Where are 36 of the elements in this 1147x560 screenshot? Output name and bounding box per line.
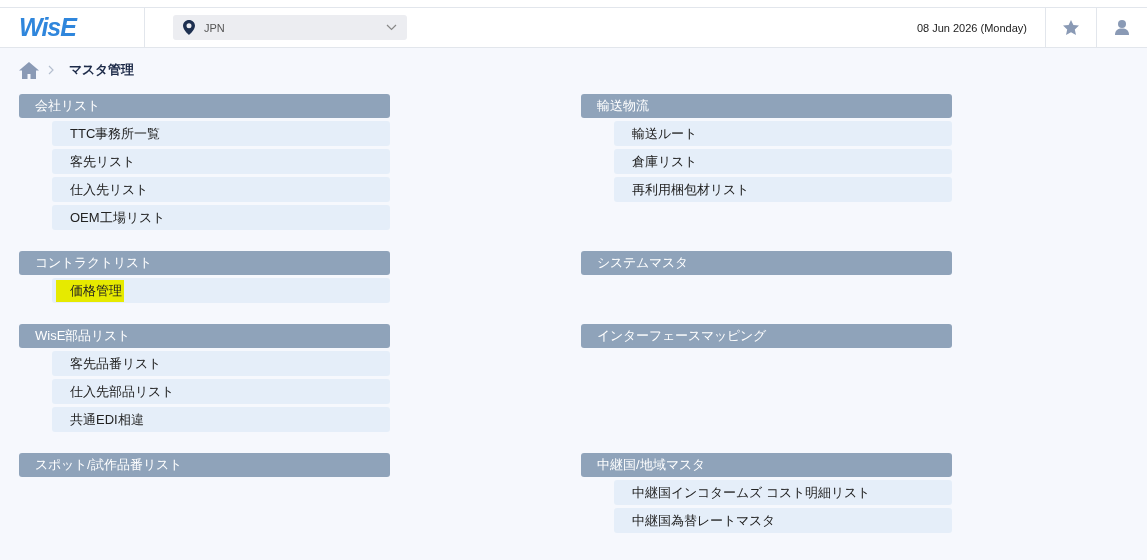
item-label: OEM工場リスト [70, 208, 165, 227]
list-item[interactable]: 輸送ルート [614, 121, 952, 146]
item-label: 共通EDI相違 [70, 410, 144, 429]
chevron-icon [48, 65, 54, 75]
item-label: 価格管理 [56, 279, 124, 302]
list-item[interactable]: OEM工場リスト [52, 205, 390, 230]
item-label: 中継国為替レートマスタ [632, 511, 775, 530]
list-item[interactable]: 客先品番リスト [52, 351, 390, 376]
item-label: 中継国インコタームズ コスト明細リスト [632, 483, 870, 502]
item-label: 客先品番リスト [70, 354, 161, 373]
list-item[interactable]: 仕入先リスト [52, 177, 390, 202]
list-item[interactable]: 倉庫リスト [614, 149, 952, 174]
item-label: 輸送ルート [632, 124, 697, 143]
logo[interactable]: WisE [19, 13, 76, 42]
date-text: 08 Jun 2026 (Monday) [916, 21, 1027, 34]
item-label: 客先リスト [70, 152, 135, 171]
list-item[interactable]: 仕入先部品リスト [52, 379, 390, 404]
item-label: 倉庫リスト [632, 152, 697, 171]
caret-icon [386, 24, 397, 31]
item-label: 仕入先部品リスト [70, 382, 174, 401]
item-label: 仕入先リスト [70, 180, 148, 199]
list-item[interactable]: TTC事務所一覧 [52, 121, 390, 146]
page-title: マスタ管理 [69, 61, 134, 79]
star-icon[interactable] [1063, 20, 1079, 35]
country-select[interactable]: JPN [173, 15, 407, 40]
list-item[interactable]: 共通EDI相違 [52, 407, 390, 432]
list-item[interactable]: 中継国インコタームズ コスト明細リスト [614, 480, 952, 505]
home-icon[interactable] [19, 61, 39, 79]
user-icon[interactable] [1115, 20, 1129, 35]
item-label: 再利用梱包材リスト [632, 180, 749, 199]
list-item[interactable]: 中継国為替レートマスタ [614, 508, 952, 533]
location-pin-icon [183, 20, 195, 35]
list-item[interactable]: 客先リスト [52, 149, 390, 174]
item-label: TTC事務所一覧 [70, 124, 161, 143]
list-item[interactable]: 価格管理 [52, 278, 390, 303]
list-item[interactable]: 再利用梱包材リスト [614, 177, 952, 202]
